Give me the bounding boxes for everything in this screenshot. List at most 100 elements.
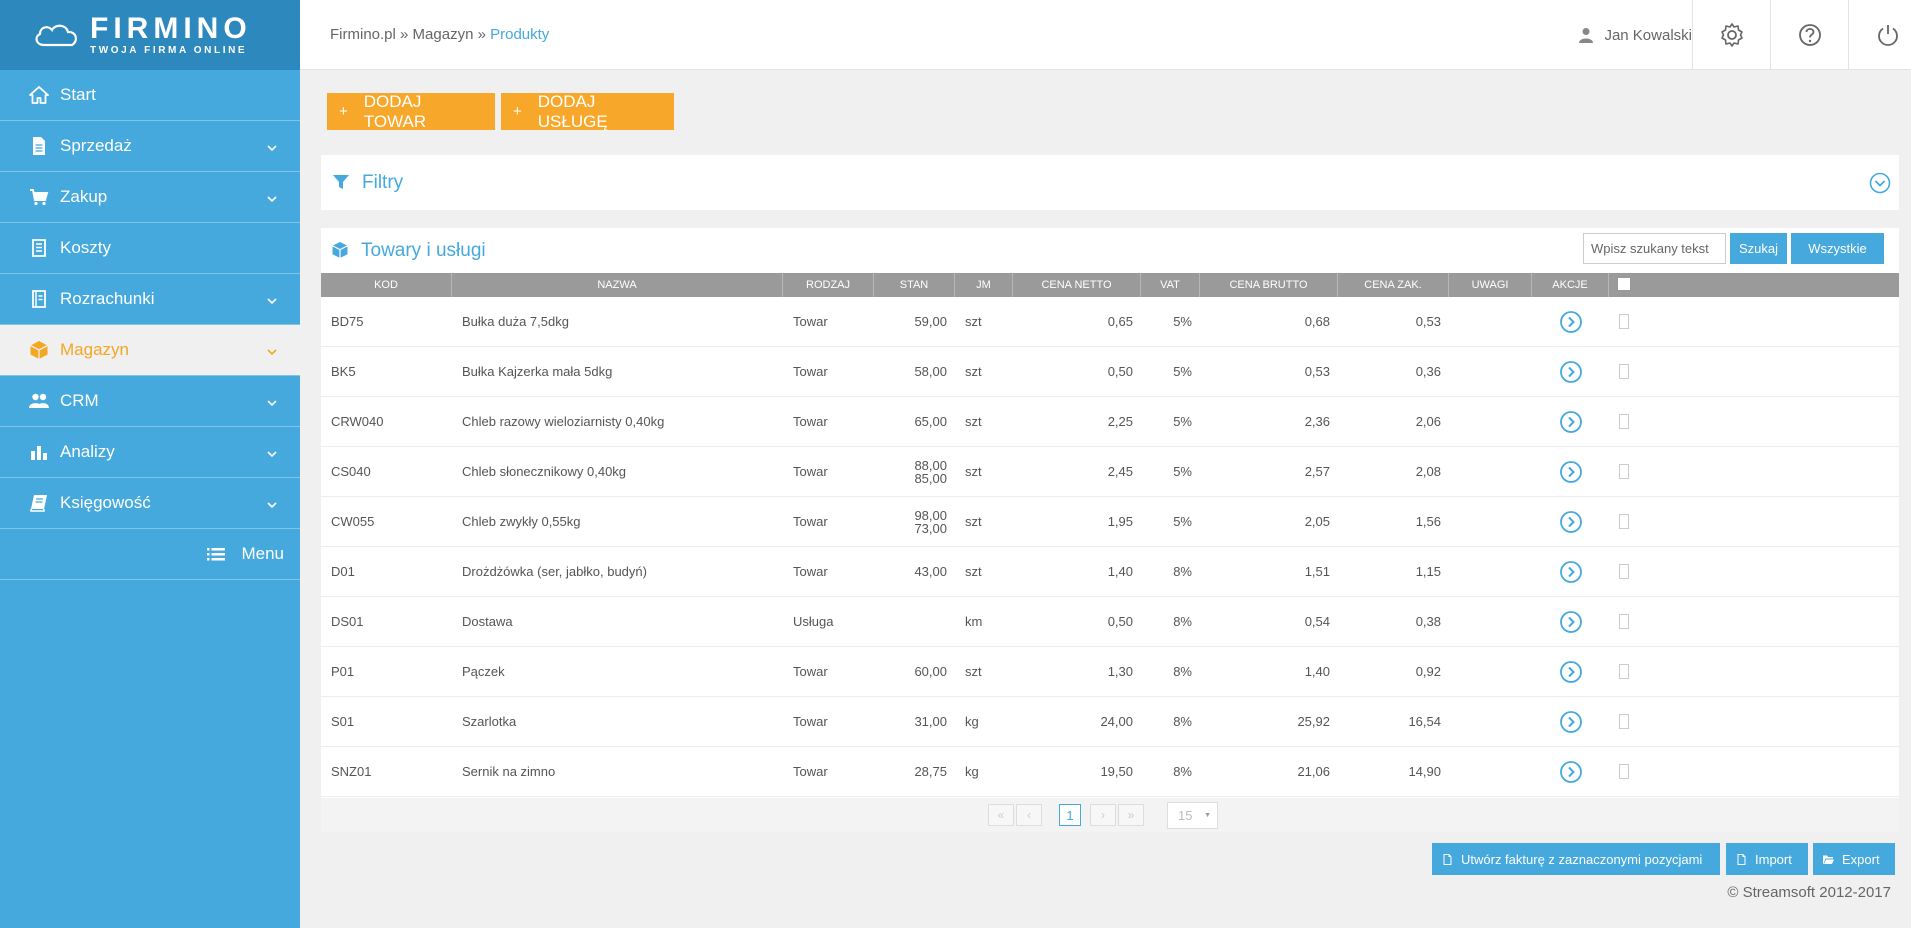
column-header-cena-zak[interactable]: CENA ZAK.: [1338, 273, 1449, 297]
sidebar-item-crm[interactable]: CRM: [0, 376, 300, 427]
cell-uwagi: [1449, 597, 1532, 646]
arrow-right-circle-icon[interactable]: [1559, 660, 1583, 684]
sidebar-menu-toggle[interactable]: Menu: [0, 529, 300, 580]
column-header-rodzaj[interactable]: RODZAJ: [783, 273, 874, 297]
user-menu[interactable]: Jan Kowalski: [1578, 0, 1692, 70]
help-button[interactable]: [1770, 0, 1848, 70]
cell-brutto: 0,54: [1304, 614, 1330, 629]
cell-zak: 0,38: [1415, 614, 1441, 629]
arrow-right-circle-icon[interactable]: [1559, 760, 1583, 784]
sidebar-item-analizy[interactable]: Analizy: [0, 427, 300, 478]
table-row[interactable]: CS040 Chleb słonecznikowy 0,40kg Towar 88,0…: [321, 447, 1899, 497]
prev-page-button[interactable]: ‹: [1016, 804, 1042, 826]
sidebar-item-zakup[interactable]: Zakup: [0, 172, 300, 223]
column-header-stan[interactable]: STAN: [874, 273, 955, 297]
create-invoice-button[interactable]: Utwórz fakturę z zaznaczonymi pozycjami: [1432, 843, 1720, 875]
table-row[interactable]: DS01 Dostawa Usługa km 0,50 8% 0,54 0,38: [321, 597, 1899, 647]
arrow-right-circle-icon[interactable]: [1559, 460, 1583, 484]
settings-button[interactable]: [1692, 0, 1770, 70]
column-header-cena-brutto[interactable]: CENA BRUTTO: [1200, 273, 1338, 297]
table-row[interactable]: D01 Drożdżówka (ser, jabłko, budyń) Towar 4…: [321, 547, 1899, 597]
filters-panel[interactable]: Filtry: [321, 155, 1899, 210]
arrow-right-circle-icon[interactable]: [1559, 410, 1583, 434]
row-checkbox[interactable]: [1619, 764, 1629, 779]
first-page-button[interactable]: «: [988, 804, 1014, 826]
column-header-kod[interactable]: KOD: [321, 273, 452, 297]
table-row[interactable]: BD75 Bułka duża 7,5dkg Towar 59,00 szt 0,65 5%…: [321, 297, 1899, 347]
last-page-button[interactable]: »: [1118, 804, 1144, 826]
current-page[interactable]: 1: [1059, 804, 1081, 826]
cell-brutto: 2,57: [1304, 464, 1330, 479]
table-row[interactable]: CRW040 Chleb razowy wieloziarnisty 0,40kg…: [321, 397, 1899, 447]
sidebar-item-ksiegowosc[interactable]: Księgowość: [0, 478, 300, 529]
search-button[interactable]: Szukaj: [1730, 233, 1787, 264]
table-row[interactable]: SNZ01 Sernik na zimno Towar 28,75 kg 19,50 8% 2…: [321, 747, 1899, 797]
table-row[interactable]: CW055 Chleb zwykły 0,55kg Towar 98,00 73,00 s…: [321, 497, 1899, 547]
cell-netto: 1,30: [1107, 664, 1133, 679]
add-service-button[interactable]: + DODAJ USŁUGĘ: [501, 92, 674, 131]
document-icon: [1737, 853, 1746, 865]
plus-icon: +: [339, 103, 348, 120]
cell-kod: DS01: [331, 614, 364, 629]
table-row[interactable]: BK5 Bułka Kajzerka mała 5dkg Towar 58,00 szt…: [321, 347, 1899, 397]
row-checkbox[interactable]: [1619, 514, 1629, 529]
column-header-jm[interactable]: JM: [955, 273, 1013, 297]
column-header-nazwa[interactable]: NAZWA: [452, 273, 783, 297]
next-page-button[interactable]: ›: [1090, 804, 1116, 826]
help-icon: [1798, 24, 1821, 46]
cell-zak: 0,36: [1415, 364, 1441, 379]
arrow-right-circle-icon[interactable]: [1559, 360, 1583, 384]
cell-jm: szt: [965, 364, 982, 379]
row-checkbox[interactable]: [1619, 414, 1629, 429]
column-header-uwagi[interactable]: UWAGI: [1449, 273, 1532, 297]
document-icon: [28, 135, 50, 157]
row-checkbox[interactable]: [1619, 714, 1629, 729]
cell-actions: [1532, 447, 1609, 496]
arrow-right-circle-icon[interactable]: [1559, 510, 1583, 534]
home-icon: [28, 84, 50, 106]
logout-button[interactable]: [1848, 0, 1911, 70]
sidebar-item-label: Rozrachunki: [60, 289, 155, 308]
breadcrumb-home[interactable]: Firmino.pl: [330, 26, 396, 43]
row-checkbox[interactable]: [1619, 664, 1629, 679]
chevron-down-icon: [266, 394, 278, 407]
sidebar-item-magazyn[interactable]: Magazyn: [0, 325, 300, 376]
row-checkbox[interactable]: [1619, 364, 1629, 379]
cell-rodzaj: Towar: [793, 564, 828, 579]
sidebar-item-koszty[interactable]: Koszty: [0, 223, 300, 274]
sidebar-item-rozrachunki[interactable]: Rozrachunki: [0, 274, 300, 325]
cell-rodzaj: Towar: [793, 514, 828, 529]
cell-nazwa: Pączek: [462, 664, 505, 679]
chevron-down-circle-icon[interactable]: [1869, 172, 1891, 194]
show-all-button[interactable]: Wszystkie: [1791, 233, 1884, 264]
breadcrumb-magazyn[interactable]: Magazyn: [413, 26, 474, 43]
arrow-right-circle-icon[interactable]: [1559, 610, 1583, 634]
table-row[interactable]: P01 Pączek Towar 60,00 szt 1,30 8% 1,40 0,92: [321, 647, 1899, 697]
add-product-button[interactable]: + DODAJ TOWAR: [327, 92, 495, 131]
row-checkbox[interactable]: [1619, 614, 1629, 629]
stock-value: 28,75: [914, 764, 947, 779]
export-button[interactable]: Export: [1813, 843, 1895, 875]
table-row[interactable]: S01 Szarlotka Towar 31,00 kg 24,00 8% 25,92 16,5…: [321, 697, 1899, 747]
column-header-akcje[interactable]: AKCJE: [1532, 273, 1609, 297]
user-name: Jan Kowalski: [1604, 26, 1692, 44]
column-header-vat[interactable]: VAT: [1141, 273, 1200, 297]
arrow-right-circle-icon[interactable]: [1559, 710, 1583, 734]
arrow-right-circle-icon[interactable]: [1559, 310, 1583, 334]
row-checkbox[interactable]: [1619, 464, 1629, 479]
row-checkbox[interactable]: [1619, 564, 1629, 579]
arrow-right-circle-icon[interactable]: [1559, 560, 1583, 584]
search-input[interactable]: [1583, 233, 1726, 264]
import-button[interactable]: Import: [1726, 843, 1808, 875]
cell-nazwa: Bułka duża 7,5dkg: [462, 314, 569, 329]
row-checkbox[interactable]: [1619, 314, 1629, 329]
cart-icon: [28, 186, 50, 208]
select-all-checkbox[interactable]: [1617, 277, 1631, 292]
cell-jm: km: [965, 614, 983, 629]
logo[interactable]: FIRMINO TWOJA FIRMA ONLINE: [0, 0, 300, 70]
cell-actions: [1532, 647, 1609, 696]
page-size-select[interactable]: 15 ▼: [1167, 802, 1218, 829]
column-header-cena-netto[interactable]: CENA NETTO: [1013, 273, 1141, 297]
sidebar-item-start[interactable]: Start: [0, 70, 300, 121]
sidebar-item-sprzedaz[interactable]: Sprzedaż: [0, 121, 300, 172]
